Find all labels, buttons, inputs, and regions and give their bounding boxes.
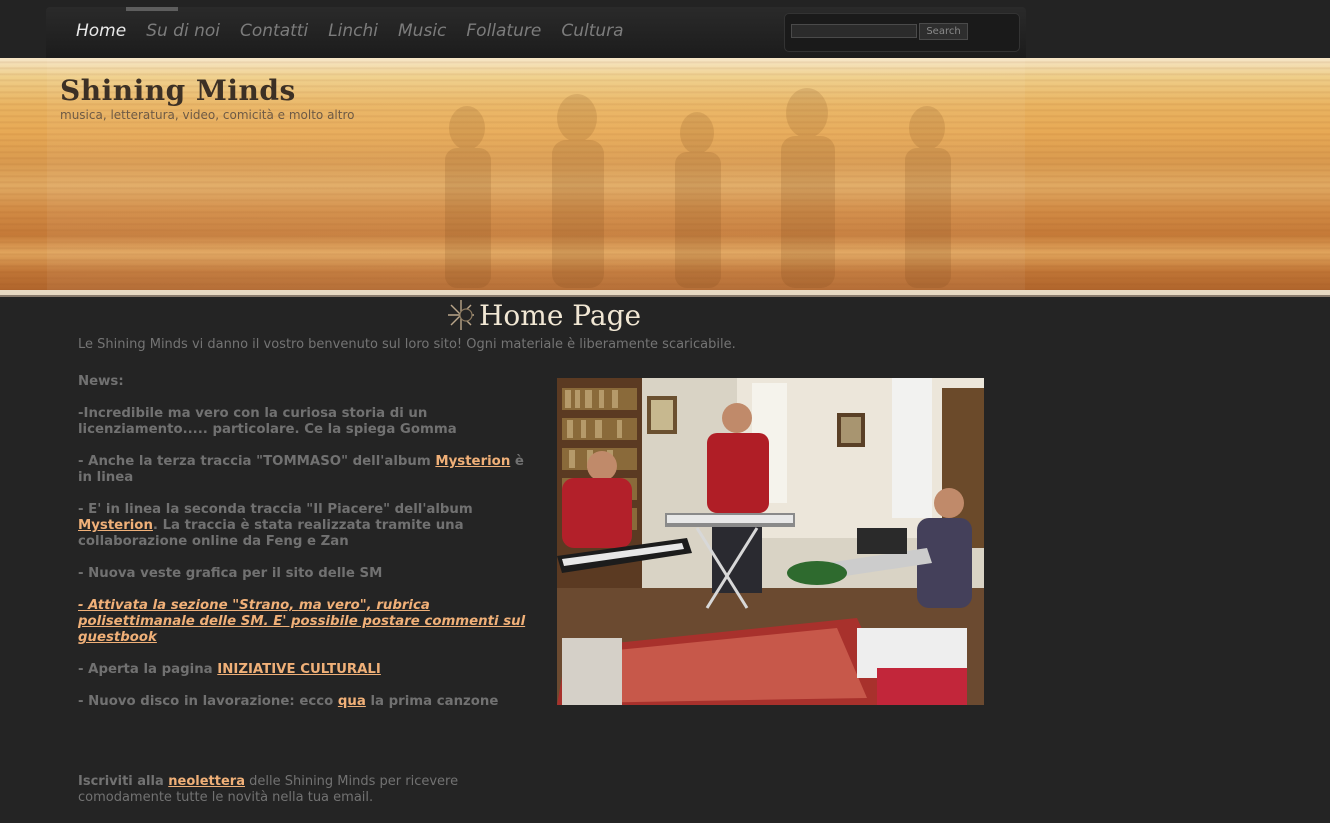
news-section: News: -Incredibile ma vero con la curios… [78,374,528,726]
search-box: Search [784,13,1020,52]
news-item: - Attivata la sezione "Strano, ma vero",… [78,598,528,646]
news-item: - Nuovo disco in lavorazione: ecco qua l… [78,694,528,710]
news-item: - Anche la terza traccia "TOMMASO" dell'… [78,454,528,486]
nav-item-follature[interactable]: Follature [466,21,541,41]
search-button[interactable]: Search [919,23,968,40]
main-navigation: Home Su di noi Contatti Linchi Music Fol… [46,7,1026,58]
neolettera-link[interactable]: neolettera [168,774,245,789]
site-title[interactable]: Shining Minds [60,74,296,107]
news-item-text: la prima canzone [365,694,499,709]
news-item: -Incredibile ma vero con la curiosa stor… [78,406,457,437]
news-item: - E' in linea la seconda traccia "Il Pia… [78,502,528,550]
news-item-text: - Nuovo disco in lavorazione: ecco [78,694,338,709]
news-item-text: - Anche la terza traccia "TOMMASO" dell'… [78,454,436,469]
band-photo [557,378,984,705]
divider [0,295,1330,297]
news-item: - Nuova veste grafica per il sito delle … [78,566,383,581]
nav-item-music[interactable]: Music [398,21,446,41]
nav-item-su-di-noi[interactable]: Su di noi [146,21,220,41]
welcome-text: Le Shining Minds vi danno il vostro benv… [78,337,736,352]
news-item: - Aperta la pagina INIZIATIVE CULTURALI [78,662,528,678]
search-input[interactable] [791,24,917,38]
news-item-text: - E' in linea la seconda traccia "Il Pia… [78,502,473,517]
mysterion-link[interactable]: Mysterion [78,518,153,533]
mysterion-link[interactable]: Mysterion [435,454,510,469]
news-item-text: - Aperta la pagina [78,662,218,677]
nav-item-cultura[interactable]: Cultura [561,21,623,41]
site-subtitle: musica, letteratura, video, comicità e m… [60,108,355,122]
news-title: News: [78,374,124,389]
nav-item-home[interactable]: Home [76,21,126,41]
newsletter-label: Iscriviti alla [78,774,169,789]
nav-menu: Home Su di noi Contatti Linchi Music Fol… [76,21,644,41]
active-tab-indicator [126,7,178,11]
nav-item-contatti[interactable]: Contatti [240,21,308,41]
page-title: Home Page [479,298,642,332]
nav-item-linchi[interactable]: Linchi [328,21,378,41]
strano-ma-vero-link[interactable]: - Attivata la sezione "Strano, ma vero",… [78,598,525,645]
starburst-icon [448,300,474,330]
qua-link[interactable]: qua [338,694,366,709]
band-silhouettes-image [445,88,951,288]
page-heading: Home Page [446,298,641,332]
iniziative-culturali-link[interactable]: INIZIATIVE CULTURALI [217,662,381,677]
newsletter-text: Iscriviti alla neolettera delle Shining … [78,774,498,806]
